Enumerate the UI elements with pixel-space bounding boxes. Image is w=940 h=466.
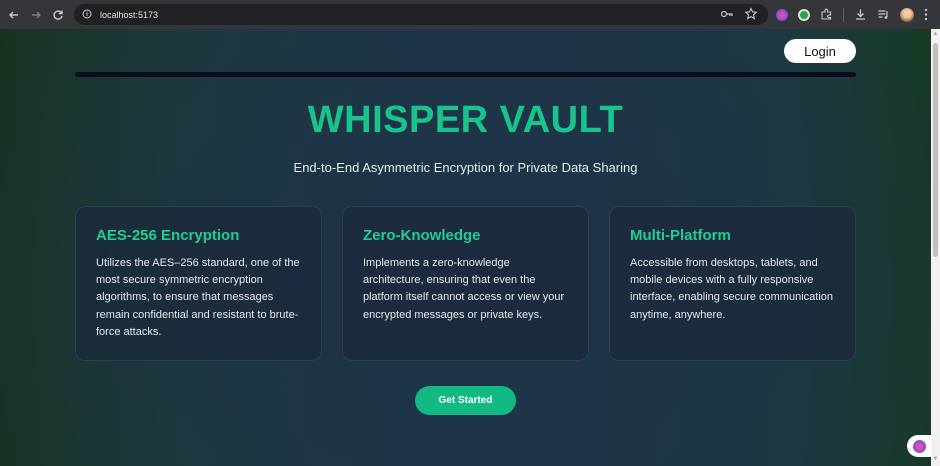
landing-page: Login WHISPER VAULT End-to-End Asymmetri… <box>0 29 931 466</box>
scrollbar-thumb[interactable] <box>933 43 938 257</box>
header-divider <box>75 72 856 77</box>
browser-toolbar: localhost:5173 <box>0 0 940 29</box>
forward-arrow-icon[interactable] <box>25 4 47 26</box>
feature-card-description: Accessible from desktops, tablets, and m… <box>630 257 834 321</box>
extension-purple-icon[interactable] <box>776 8 788 21</box>
feature-card-aes: AES-256 Encryption Utilizes the AES–256 … <box>75 206 322 361</box>
floating-extension-icon[interactable] <box>907 435 931 457</box>
page-subtitle: End-to-End Asymmetric Encryption for Pri… <box>293 160 638 175</box>
password-key-icon[interactable] <box>720 7 734 21</box>
get-started-button[interactable]: Get Started <box>415 386 516 415</box>
extensions-puzzle-icon[interactable] <box>820 8 833 21</box>
profile-avatar-icon[interactable] <box>900 7 914 22</box>
feature-card-description: Implements a zero-knowledge architecture… <box>363 257 565 321</box>
login-button[interactable]: Login <box>784 39 856 63</box>
media-controls-icon[interactable] <box>877 8 890 21</box>
scroll-down-arrow-icon[interactable]: ▼ <box>932 456 939 463</box>
scroll-up-arrow-icon[interactable]: ▲ <box>932 31 939 38</box>
bookmark-star-icon[interactable] <box>744 7 758 21</box>
toolbar-separator <box>843 7 844 22</box>
feature-card-title: Zero-Knowledge <box>363 227 481 244</box>
url-text[interactable]: localhost:5173 <box>100 10 158 20</box>
address-bar[interactable]: localhost:5173 <box>74 4 768 25</box>
feature-card-zero-knowledge: Zero-Knowledge Implements a zero-knowled… <box>342 206 589 361</box>
browser-menu-icon[interactable] <box>924 8 928 21</box>
back-arrow-icon[interactable] <box>3 4 25 26</box>
feature-card-description: Utilizes the AES–256 standard, one of th… <box>96 257 300 338</box>
reload-icon[interactable] <box>47 4 69 26</box>
extensions-area <box>776 4 928 25</box>
extension-green-icon[interactable] <box>798 8 810 21</box>
feature-card-multi-platform: Multi-Platform Accessible from desktops,… <box>609 206 856 361</box>
site-info-icon[interactable] <box>82 6 92 24</box>
feature-card-title: Multi-Platform <box>630 227 731 244</box>
feature-card-title: AES-256 Encryption <box>96 227 240 244</box>
download-icon[interactable] <box>854 8 867 21</box>
page-title: WHISPER VAULT <box>307 99 624 141</box>
